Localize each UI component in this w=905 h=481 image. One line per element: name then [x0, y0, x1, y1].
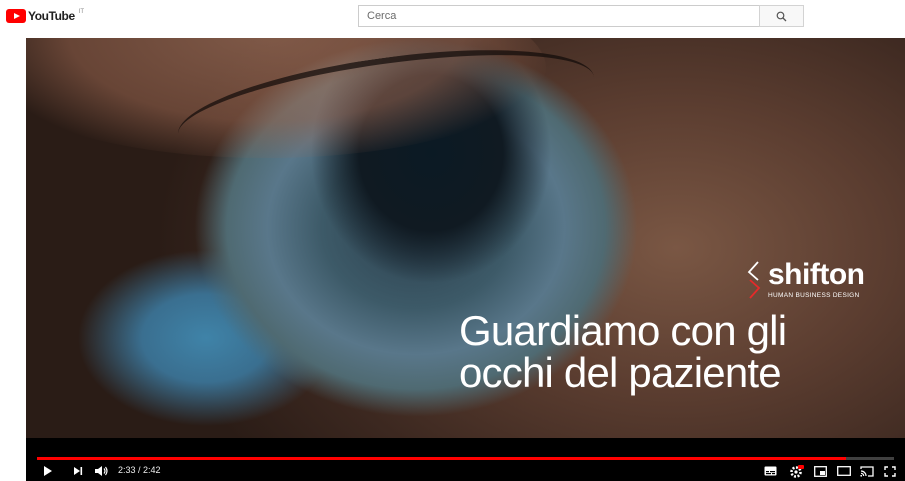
search-icon [776, 11, 787, 22]
shifton-logo-icon [747, 261, 761, 299]
video-headline: Guardiamo con gli occhi del paziente [459, 307, 787, 396]
next-icon [74, 467, 83, 475]
miniplayer-icon [813, 465, 827, 477]
video-frame[interactable]: shifton HUMAN BUSINESS DESIGN Guardiamo … [26, 38, 905, 438]
youtube-play-logo-icon [6, 9, 26, 23]
miniplayer-button[interactable] [812, 464, 828, 478]
settings-icon [790, 464, 804, 478]
logo-text: YouTube [28, 9, 75, 23]
play-icon [44, 466, 52, 476]
fullscreen-icon [884, 465, 896, 477]
search-box [358, 5, 760, 27]
settings-button[interactable] [788, 464, 806, 478]
video-player[interactable]: shifton HUMAN BUSINESS DESIGN Guardiamo … [26, 38, 905, 481]
play-button[interactable] [40, 464, 56, 478]
search-input[interactable] [359, 6, 759, 26]
time-display: 2:33 / 2:42 [118, 465, 161, 475]
fullscreen-button[interactable] [882, 464, 898, 478]
theater-mode-icon [837, 466, 851, 476]
progress-played [37, 457, 846, 460]
brand-tagline: HUMAN BUSINESS DESIGN [768, 292, 860, 299]
cast-icon [860, 465, 874, 477]
search-button[interactable] [759, 5, 804, 27]
headline-line-2: occhi del paziente [459, 349, 782, 396]
logo-region: IT [78, 9, 85, 15]
youtube-logo[interactable]: YouTube IT [6, 9, 84, 23]
subtitles-button[interactable] [762, 464, 778, 478]
volume-icon [95, 466, 108, 476]
volume-button[interactable] [92, 464, 110, 478]
player-controls: 2:33 / 2:42 [26, 438, 905, 481]
progress-bar[interactable] [37, 457, 894, 460]
subtitles-icon [764, 466, 776, 476]
headline-line-1: Guardiamo con gli [459, 307, 787, 354]
next-button[interactable] [70, 464, 86, 478]
cast-button[interactable] [859, 464, 875, 478]
theater-mode-button[interactable] [836, 464, 852, 478]
top-bar: YouTube IT [0, 0, 905, 36]
brand-name: shifton [768, 258, 865, 291]
